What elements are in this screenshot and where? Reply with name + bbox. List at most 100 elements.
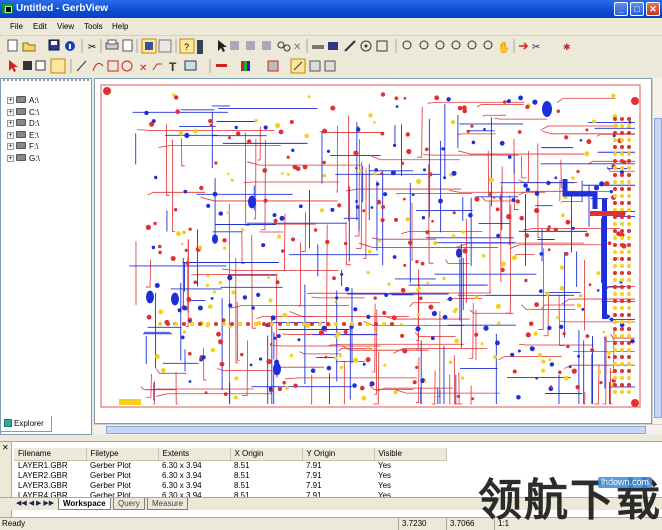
- menu-file[interactable]: File: [10, 21, 23, 33]
- zoom-icons[interactable]: [402, 40, 493, 50]
- arc-tool-icon[interactable]: [92, 62, 104, 72]
- hand-icon[interactable]: [23, 61, 32, 70]
- copy-icon[interactable]: [35, 60, 46, 71]
- pad: [628, 121, 632, 124]
- panel-grip[interactable]: [3, 79, 89, 83]
- pad: [588, 283, 592, 287]
- pad-tool-icon[interactable]: ✕: [139, 63, 147, 74]
- cell: 6.30 x 3.94: [162, 480, 202, 490]
- pad: [604, 181, 610, 187]
- explorer-tab[interactable]: Explorer: [0, 416, 52, 432]
- measure-icon[interactable]: [312, 45, 324, 49]
- menu-tools[interactable]: Tools: [84, 21, 103, 33]
- pad: [613, 376, 617, 380]
- menu-view[interactable]: View: [57, 21, 74, 33]
- hand-pan-icon[interactable]: ✋: [497, 41, 511, 54]
- pad: [390, 322, 394, 326]
- drive-e[interactable]: + E:\: [7, 130, 39, 141]
- gerber-canvas[interactable]: [94, 78, 652, 424]
- vertical-scrollbar[interactable]: [652, 78, 662, 424]
- tab-scroll-arrows[interactable]: ◀◀ ◀ ▶ ▶▶: [16, 499, 54, 507]
- brush-icon[interactable]: [290, 58, 306, 74]
- arrow-red-icon[interactable]: [519, 42, 529, 50]
- pad: [483, 325, 489, 331]
- pad: [627, 327, 631, 331]
- menu-edit[interactable]: Edit: [33, 21, 47, 33]
- text-tool-icon[interactable]: T: [169, 60, 177, 74]
- print-icon[interactable]: [105, 39, 119, 50]
- drive-f[interactable]: + F:\: [7, 141, 38, 152]
- red-trace: [470, 385, 472, 405]
- drive-d[interactable]: + D:\: [7, 118, 39, 129]
- close-panel-icon[interactable]: ✕: [2, 443, 9, 452]
- trace-tool-icon[interactable]: [152, 63, 162, 71]
- rect-tool-icon[interactable]: [107, 60, 119, 72]
- link-icon[interactable]: [277, 41, 291, 52]
- pad: [293, 383, 298, 388]
- color-icon[interactable]: [241, 61, 250, 71]
- info-icon[interactable]: [65, 41, 75, 51]
- delete-icon[interactable]: ✕: [293, 42, 301, 53]
- cut-icon[interactable]: ✂: [88, 42, 96, 53]
- col-x-origin[interactable]: X Origin: [230, 448, 303, 461]
- circle-tool-icon[interactable]: [121, 60, 133, 72]
- pcb-drawing: [100, 84, 641, 408]
- pad: [373, 121, 376, 124]
- view-mode2-icon[interactable]: [158, 39, 172, 53]
- horizontal-scroll-thumb[interactable]: [106, 426, 646, 434]
- drive-g[interactable]: + G:\: [7, 153, 40, 164]
- tab-query[interactable]: Query: [113, 498, 145, 510]
- view-mode-icon[interactable]: [141, 38, 157, 54]
- pointer-icon[interactable]: [218, 40, 227, 52]
- line-tool-icon[interactable]: [76, 60, 87, 72]
- save-icon[interactable]: [48, 39, 60, 51]
- minimize-button[interactable]: _: [614, 2, 628, 16]
- table-row[interactable]: LAYER2.GBR Gerber Plot 6.30 x 3.94 8.51 …: [14, 471, 446, 481]
- pad: [566, 344, 570, 349]
- tab-workspace[interactable]: Workspace: [58, 498, 111, 510]
- layer-tools-icon[interactable]: [230, 41, 271, 50]
- pad: [620, 264, 624, 268]
- drive-a[interactable]: + A:\: [7, 95, 39, 106]
- pad: [182, 230, 186, 235]
- app-icon[interactable]: [2, 3, 13, 14]
- line-style-icon[interactable]: [216, 64, 227, 67]
- vertical-scroll-thumb[interactable]: [654, 118, 662, 418]
- drive-c[interactable]: + C:\: [7, 107, 39, 118]
- help-icon[interactable]: ?: [179, 38, 195, 54]
- col-y-origin[interactable]: Y Origin: [302, 448, 375, 461]
- pen-icon[interactable]: [344, 40, 356, 52]
- new-file-icon[interactable]: [7, 39, 18, 52]
- pad: [365, 357, 371, 363]
- target-icon[interactable]: [360, 40, 372, 52]
- tab-measure[interactable]: Measure: [147, 498, 189, 510]
- table-row[interactable]: LAYER3.GBR Gerber Plot 6.30 x 3.94 8.51 …: [14, 481, 446, 491]
- red-trace: [445, 259, 470, 264]
- open-folder-icon[interactable]: [22, 42, 36, 52]
- col-extents[interactable]: Extents: [158, 448, 231, 461]
- image-tool-icon[interactable]: [184, 60, 197, 71]
- table-row[interactable]: LAYER1.GBR Gerber Plot 6.30 x 3.94 8.51 …: [14, 460, 446, 471]
- red-trace: [455, 242, 585, 249]
- star-icon[interactable]: ✱: [563, 42, 571, 52]
- horizontal-scrollbar[interactable]: [94, 424, 662, 435]
- maximize-button[interactable]: □: [630, 2, 644, 16]
- col-filename[interactable]: Filename: [14, 448, 87, 461]
- pad: [146, 314, 152, 320]
- layers-stack-icon[interactable]: [328, 42, 338, 50]
- select-icon[interactable]: [9, 60, 18, 72]
- pad: [438, 198, 443, 204]
- pad: [313, 228, 318, 232]
- col-visible[interactable]: Visible: [374, 448, 447, 461]
- dropdown-icon[interactable]: [197, 40, 203, 54]
- col-filetype[interactable]: Filetype: [86, 448, 159, 461]
- scissors-blue-icon[interactable]: ✂: [532, 42, 540, 53]
- edit-icon[interactable]: [50, 58, 66, 74]
- menu-help[interactable]: Help: [112, 21, 128, 33]
- close-button[interactable]: ✕: [646, 2, 660, 16]
- pad: [298, 204, 303, 209]
- fill-icon[interactable]: [267, 60, 279, 72]
- layer-opts-icon[interactable]: [309, 60, 336, 72]
- ruler-icon[interactable]: [376, 40, 388, 52]
- print-preview-icon[interactable]: [122, 39, 133, 52]
